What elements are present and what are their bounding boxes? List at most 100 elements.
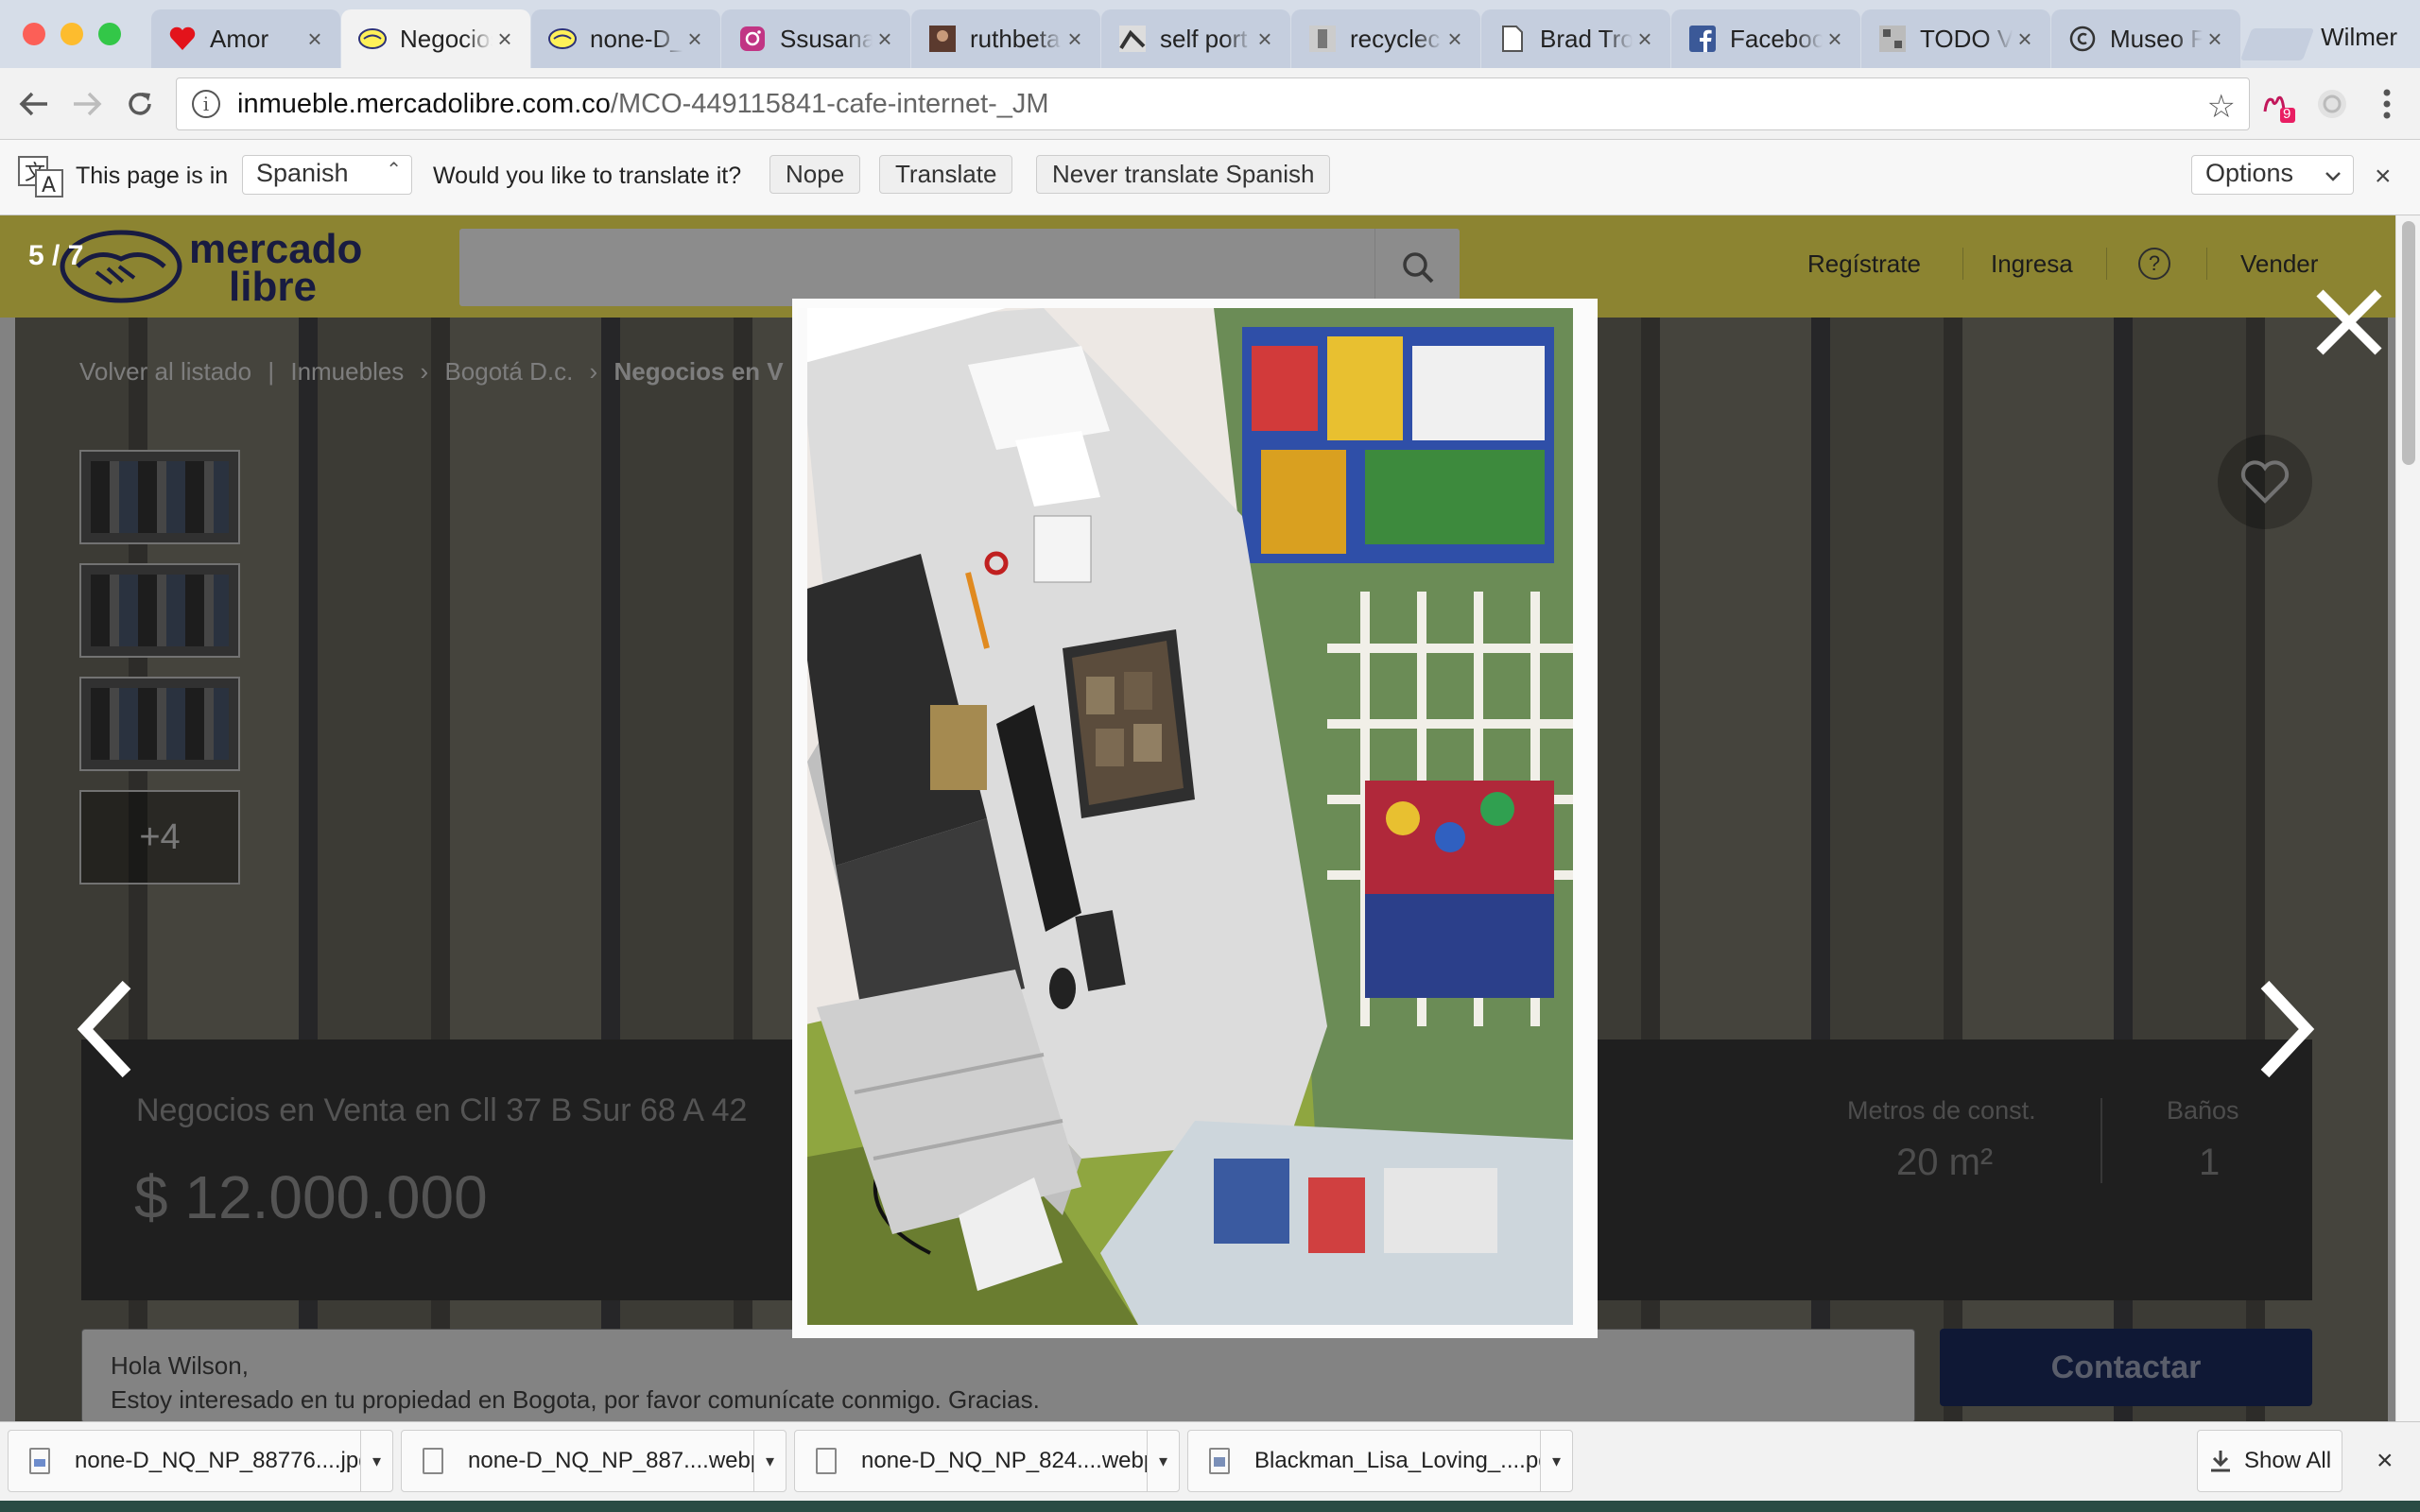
browser-toolbar: i inmueble.mercadolibre.com.co/MCO-44911… [0, 68, 2420, 140]
close-downloads-icon[interactable]: × [2377, 1445, 2394, 1477]
forward-arrow-icon[interactable] [64, 81, 110, 127]
tab-negocios[interactable]: Negocios × [341, 9, 530, 68]
url-path: /MCO-449115841-cafe-internet-_JM [610, 88, 1049, 119]
chevron-down-icon [2325, 162, 2342, 191]
tab-close-icon[interactable]: × [493, 25, 517, 54]
profile-name[interactable]: Wilmer [2321, 23, 2397, 52]
download-icon [2210, 1451, 2230, 1472]
caret-down-icon[interactable]: ▾ [753, 1431, 786, 1491]
tab-none-d[interactable]: none-D_ × [531, 9, 720, 68]
caret-down-icon[interactable]: ▾ [360, 1431, 392, 1491]
photo-icon [928, 25, 957, 53]
tab-title: Ssusana [780, 24, 873, 53]
show-all-downloads-button[interactable]: Show All [2197, 1430, 2342, 1492]
tab-close-icon[interactable]: × [873, 25, 897, 54]
download-filename: none-D_NQ_NP_824....webp [861, 1448, 1147, 1473]
download-item[interactable]: none-D_NQ_NP_824....webp ▾ [794, 1430, 1180, 1492]
updown-chevron-icon: ⌃ [386, 160, 402, 180]
download-shelf: none-D_NQ_NP_88776....jpg ▾ none-D_NQ_NP… [0, 1421, 2420, 1501]
tab-close-icon[interactable]: × [683, 25, 707, 54]
download-item[interactable]: Blackman_Lisa_Loving_....pdf ▾ [1187, 1430, 1573, 1492]
tab-recycled[interactable]: recyclec × [1291, 9, 1480, 68]
caret-down-icon[interactable]: ▾ [1540, 1431, 1572, 1491]
translate-close-icon[interactable]: × [2375, 161, 2392, 193]
reload-icon[interactable] [117, 81, 163, 127]
document-icon [1498, 25, 1527, 53]
tab-title: none-D_ [590, 24, 683, 53]
tab-title: Faceboo [1730, 24, 1823, 53]
download-filename: none-D_NQ_NP_887....webp [468, 1448, 753, 1473]
maximize-window-button[interactable] [98, 23, 121, 45]
pdf-file-icon [1209, 1448, 1230, 1474]
options-select[interactable]: Options [2191, 155, 2354, 195]
extension-badge: 9 [2283, 106, 2291, 122]
download-filename: Blackman_Lisa_Loving_....pdf [1254, 1448, 1540, 1473]
image-icon [1118, 25, 1147, 53]
nope-button[interactable]: Nope [769, 155, 861, 194]
tab-self-portrait[interactable]: self port × [1101, 9, 1290, 68]
address-bar[interactable]: i inmueble.mercadolibre.com.co/MCO-44911… [176, 77, 2250, 130]
tab-close-icon[interactable]: × [302, 25, 327, 54]
instagram-icon [738, 25, 767, 53]
options-label: Options [2205, 159, 2294, 187]
tab-instagram[interactable]: Ssusana × [721, 9, 910, 68]
tab-amor[interactable]: Amor × [151, 9, 340, 68]
download-item[interactable]: none-D_NQ_NP_887....webp ▾ [401, 1430, 786, 1492]
extension-icon-2[interactable] [2314, 87, 2350, 123]
tab-close-icon[interactable]: × [1633, 25, 1657, 54]
tab-brad[interactable]: Brad Tro × [1481, 9, 1670, 68]
tab-close-icon[interactable]: × [2203, 25, 2227, 54]
close-window-button[interactable] [23, 23, 45, 45]
copyright-icon [2068, 25, 2097, 53]
minimize-window-button[interactable] [60, 23, 83, 45]
svg-text:A: A [42, 174, 56, 198]
extension-icon[interactable]: 9 [2261, 87, 2297, 123]
menu-icon[interactable] [2369, 87, 2405, 123]
back-arrow-icon[interactable] [11, 81, 57, 127]
image-icon [1878, 25, 1907, 53]
next-image-arrow-icon[interactable] [2252, 977, 2318, 1081]
image-file-icon [29, 1448, 50, 1474]
caret-down-icon[interactable]: ▾ [1147, 1431, 1179, 1491]
tab-ruthbeta[interactable]: ruthbeta × [911, 9, 1100, 68]
bookmark-star-icon[interactable]: ☆ [2207, 88, 2236, 126]
tabs: Amor × Negocios × none-D_ × Ssusana × ru… [151, 9, 2241, 68]
tab-title: TODO V [1920, 24, 2013, 53]
web-page: mercado libre Regístrate Ingresa ? Vende… [0, 215, 2420, 1421]
store-photo [798, 308, 1573, 1325]
image-counter: 5 / 7 [28, 240, 84, 271]
tab-title: recyclec [1350, 24, 1441, 53]
tab-close-icon[interactable]: × [1063, 25, 1087, 54]
tab-close-icon[interactable]: × [2013, 25, 2037, 54]
tab-facebook[interactable]: Faceboo × [1671, 9, 1860, 68]
tab-title: Museo F [2110, 24, 2203, 53]
heart-icon [168, 25, 197, 53]
mercadolibre-icon [358, 25, 387, 53]
tab-strip: Amor × Negocios × none-D_ × Ssusana × ru… [0, 0, 2420, 68]
translate-button[interactable]: Translate [879, 155, 1013, 194]
never-translate-button[interactable]: Never translate Spanish [1036, 155, 1331, 194]
close-lightbox-icon[interactable] [2312, 285, 2386, 359]
site-info-icon[interactable]: i [192, 90, 220, 118]
language-value: Spanish [256, 159, 349, 187]
lightbox-image-frame [792, 299, 1598, 1338]
page-scrollbar[interactable] [2395, 215, 2420, 1421]
tab-close-icon[interactable]: × [1253, 25, 1277, 54]
tab-close-icon[interactable]: × [1823, 25, 1847, 54]
image-icon [1308, 25, 1337, 53]
new-tab-button[interactable] [2239, 28, 2315, 60]
previous-image-arrow-icon[interactable] [74, 977, 140, 1081]
mercadolibre-icon [548, 25, 577, 53]
download-item[interactable]: none-D_NQ_NP_88776....jpg ▾ [8, 1430, 393, 1492]
tab-museo[interactable]: Museo F × [2051, 9, 2240, 68]
url-host: inmueble.mercadolibre.com.co [237, 88, 611, 119]
show-all-label: Show All [2243, 1448, 2332, 1473]
file-icon [816, 1448, 837, 1474]
scrollbar-thumb[interactable] [2402, 221, 2415, 465]
translate-bar: 文 A This page is in Spanish ⌃ Would you … [0, 140, 2420, 215]
tab-title: ruthbeta [970, 24, 1061, 53]
tab-todo[interactable]: TODO V × [1861, 9, 2050, 68]
tab-title: Amor [210, 24, 269, 53]
tab-close-icon[interactable]: × [1443, 25, 1467, 54]
language-select[interactable]: Spanish ⌃ [242, 155, 412, 195]
